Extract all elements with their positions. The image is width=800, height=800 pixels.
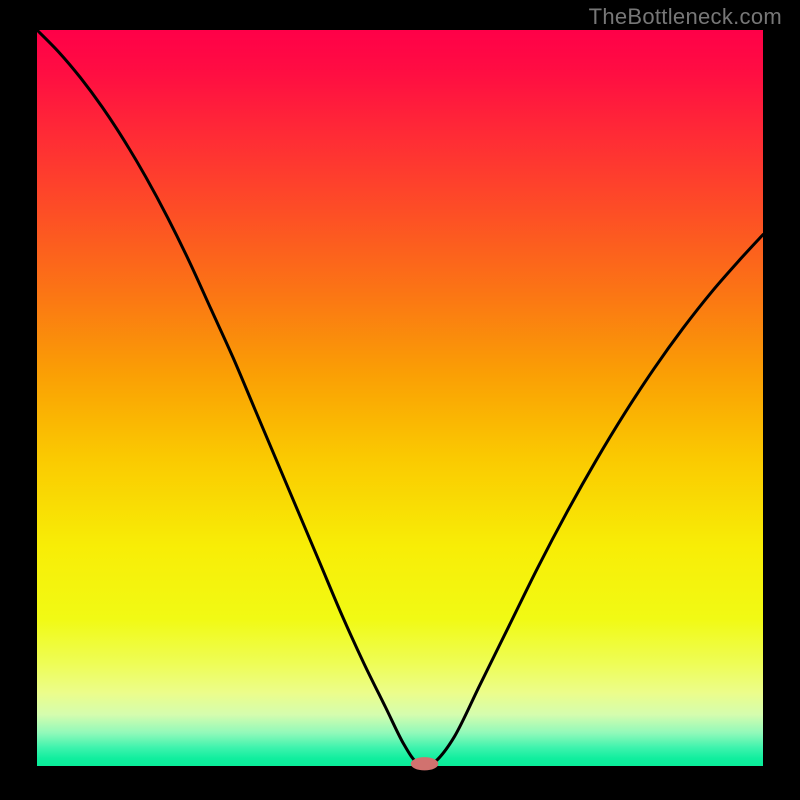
bottleneck-chart	[0, 0, 800, 800]
plot-background	[37, 30, 763, 766]
chart-frame: TheBottleneck.com	[0, 0, 800, 800]
optimum-marker	[411, 757, 439, 770]
watermark-text: TheBottleneck.com	[589, 4, 782, 30]
